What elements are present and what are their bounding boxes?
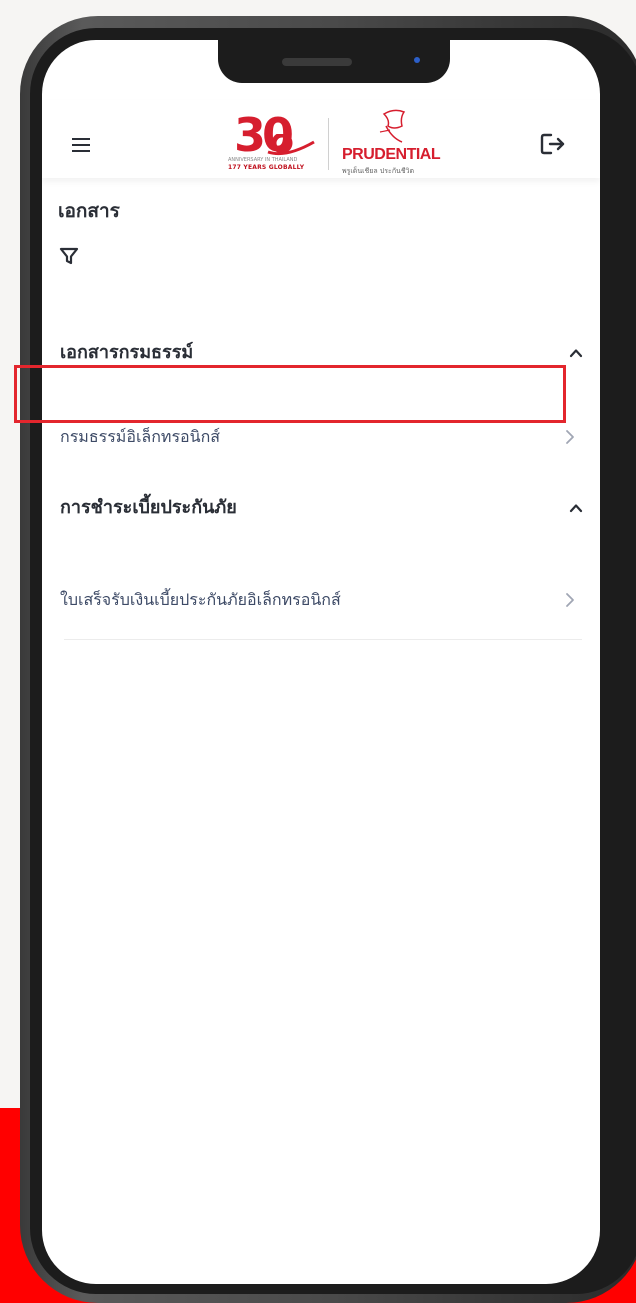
logo-divider [328, 118, 329, 170]
list-item-label: กรมธรรม์อิเล็กทรอนิกส์ [60, 427, 221, 446]
list-item-label: ใบเสร็จรับเงินเบี้ยประกันภัยอิเล็กทรอนิก… [60, 590, 341, 609]
list-item-e-policy[interactable]: กรมธรรม์อิเล็กทรอนิกส์ [60, 417, 584, 457]
prudential-figure-icon [379, 109, 406, 143]
prudential-wordmark: PRUDENTIAL [342, 146, 441, 163]
phone-screen: 30 ANNIVERSARY IN THAILAND 177 YEARS GLO… [42, 40, 600, 1284]
logout-icon[interactable] [540, 132, 566, 156]
chevron-right-icon [566, 430, 574, 444]
chevron-up-icon[interactable] [568, 345, 584, 361]
prudential-tagline: พรูเด็นเชียล ประกันชีวิต [342, 167, 415, 175]
list-item-e-receipt[interactable]: ใบเสร็จรับเงินเบี้ยประกันภัยอิเล็กทรอนิก… [60, 580, 584, 620]
highlight-box [14, 365, 566, 423]
section-premium-payment[interactable]: การชำระเบี้ยประกันภัย [60, 488, 584, 528]
filter-icon[interactable] [58, 245, 80, 267]
speaker-grille [282, 58, 352, 66]
anniversary-subtitle: ANNIVERSARY IN THAILAND [228, 157, 298, 163]
page-title: เอกสาร [58, 200, 120, 222]
anniversary-wave-icon [267, 134, 315, 156]
phone-notch [218, 40, 450, 83]
section-title: การชำระเบี้ยประกันภัย [60, 497, 237, 518]
prudential-logo: PRUDENTIAL พรูเด็นเชียล ประกันชีวิต [342, 108, 462, 176]
anniversary-years: 177 YEARS GLOBALLY [228, 164, 305, 171]
hamburger-menu-icon[interactable] [72, 138, 90, 152]
front-camera [414, 57, 420, 63]
chevron-right-icon [566, 593, 574, 607]
list-divider [64, 639, 582, 640]
anniversary-logo: 30 ANNIVERSARY IN THAILAND 177 YEARS GLO… [228, 108, 318, 176]
app-header: 30 ANNIVERSARY IN THAILAND 177 YEARS GLO… [42, 100, 600, 178]
chevron-up-icon[interactable] [568, 500, 584, 516]
